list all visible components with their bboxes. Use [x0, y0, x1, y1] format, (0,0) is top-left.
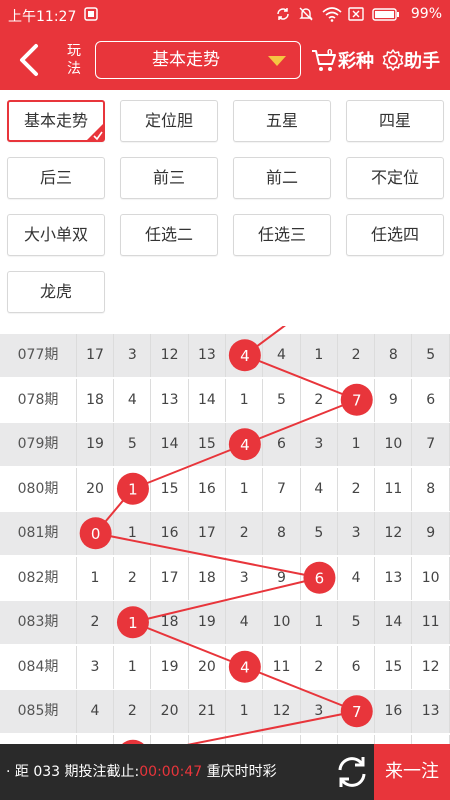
deadline-label: 期投注截止: — [64, 764, 140, 780]
battery-percentage: 99% — [410, 6, 442, 22]
trend-ball-number: 4 — [240, 436, 250, 454]
tab-label: 任选二 — [144, 225, 193, 244]
tab-label: 任选三 — [257, 225, 306, 244]
sim-card-icon — [348, 7, 364, 21]
trend-ball-number: 7 — [352, 703, 362, 721]
trend-ball: 4 — [228, 339, 261, 372]
tab-8[interactable]: 大小单双 — [7, 214, 105, 256]
trend-ball-number: 0 — [91, 525, 101, 543]
sync-icon — [277, 8, 289, 20]
trend-segment — [132, 576, 320, 624]
trend-ball: 4 — [228, 428, 261, 461]
cart-icon: 0 — [312, 48, 336, 71]
trend-ball: 1 — [116, 606, 149, 639]
bottom-bar: · 距 033 期投注截止:00:00:47 重庆时时彩 来一注 — [0, 744, 450, 800]
trend-ball-number: 1 — [128, 614, 138, 632]
dropdown-arrow-icon — [268, 56, 286, 66]
trend-ball: 7 — [340, 695, 373, 728]
tab-9[interactable]: 任选二 — [120, 214, 218, 256]
tab-6[interactable]: 前二 — [233, 157, 331, 199]
status-time: 上午11:27 — [8, 9, 77, 25]
refresh-icon[interactable] — [334, 754, 370, 790]
tab-label: 大小单双 — [23, 225, 88, 244]
wifi-icon — [322, 7, 342, 22]
notification-icon — [84, 7, 98, 21]
selected-check-icon — [86, 123, 104, 141]
trend-table[interactable]: 077期 17 3 12 13 4 1 2 8 5 078期 18 4 13 14 1 5 2 9 6 079期 19 5 1… — [0, 326, 450, 744]
back-arrow-icon[interactable] — [12, 42, 48, 78]
trend-ball-number: 4 — [240, 347, 250, 365]
mute-icon — [299, 7, 313, 21]
cart-badge: 0 — [327, 48, 333, 57]
app-header: 玩法 基本走势 0 彩种 助手 — [0, 30, 450, 90]
trend-segment — [244, 398, 358, 446]
trend-ball: 6 — [303, 561, 336, 594]
status-bar: 上午11:27 99% — [0, 0, 450, 30]
dropdown-value: 基本走势 — [152, 50, 220, 70]
trend-ball-number: 7 — [352, 391, 362, 409]
trend-line-chart: 4741061471 — [79, 326, 373, 744]
trend-ball-number: 6 — [315, 569, 325, 587]
helper-button[interactable]: 助手 — [382, 42, 440, 78]
tab-11[interactable]: 任选四 — [346, 214, 444, 256]
tab-7[interactable]: 不定位 — [346, 157, 444, 199]
trend-segment — [186, 710, 357, 744]
trend-ball: 7 — [340, 383, 373, 416]
deadline-prefix: · 距 — [6, 764, 29, 780]
trend-ball-number: 4 — [240, 658, 250, 676]
lottery-type-button[interactable]: 0 彩种 — [310, 42, 374, 78]
trend-ball: 4 — [228, 650, 261, 683]
play-type-tab-grid: 基本走势 定位胆 五星 四星后三 前三 前二 不定位大小单双 任选二 任选三 任选四龙虎 — [0, 90, 450, 326]
tab-12[interactable]: 龙虎 — [7, 271, 105, 313]
trend-ball-number: 1 — [128, 480, 138, 498]
issue-number: 033 — [33, 764, 61, 780]
trend-ball: 0 — [79, 517, 112, 550]
trend-segment — [95, 532, 320, 579]
tab-1[interactable]: 定位胆 — [120, 100, 218, 142]
tab-label: 定位胆 — [144, 111, 193, 130]
trend-segment — [132, 443, 246, 490]
tab-label: 任选四 — [370, 225, 419, 244]
lottery-label: 彩种 — [338, 51, 374, 72]
tab-3[interactable]: 四星 — [346, 100, 444, 142]
chart-type-dropdown[interactable]: 基本走势 — [95, 41, 301, 79]
countdown-timer: 00:00:47 — [139, 764, 203, 780]
tab-2[interactable]: 五星 — [233, 100, 331, 142]
trend-segment — [132, 621, 246, 668]
tab-label: 前二 — [265, 168, 298, 187]
tab-0[interactable]: 基本走势 — [7, 100, 105, 142]
deadline-info: · 距 033 期投注截止:00:00:47 重庆时时彩 — [6, 744, 277, 800]
tab-10[interactable]: 任选三 — [233, 214, 331, 256]
tab-label: 不定位 — [370, 168, 419, 187]
trend-segment — [244, 665, 358, 713]
play-method-label: 玩法 — [67, 43, 81, 77]
helper-label: 助手 — [404, 51, 440, 72]
trend-segment — [244, 354, 358, 401]
tab-label: 基本走势 — [23, 111, 88, 130]
tab-label: 四星 — [378, 111, 411, 130]
tab-5[interactable]: 前三 — [120, 157, 218, 199]
tab-4[interactable]: 后三 — [7, 157, 105, 199]
trend-ball: 1 — [116, 472, 149, 505]
tab-label: 后三 — [39, 168, 72, 187]
battery-icon — [372, 8, 399, 21]
gear-icon — [382, 49, 404, 71]
random-bet-button[interactable]: 来一注 — [374, 744, 450, 800]
tab-label: 龙虎 — [39, 282, 72, 301]
lottery-name: 重庆时时彩 — [206, 764, 277, 780]
tab-label: 五星 — [265, 111, 298, 130]
tab-label: 前三 — [152, 168, 185, 187]
